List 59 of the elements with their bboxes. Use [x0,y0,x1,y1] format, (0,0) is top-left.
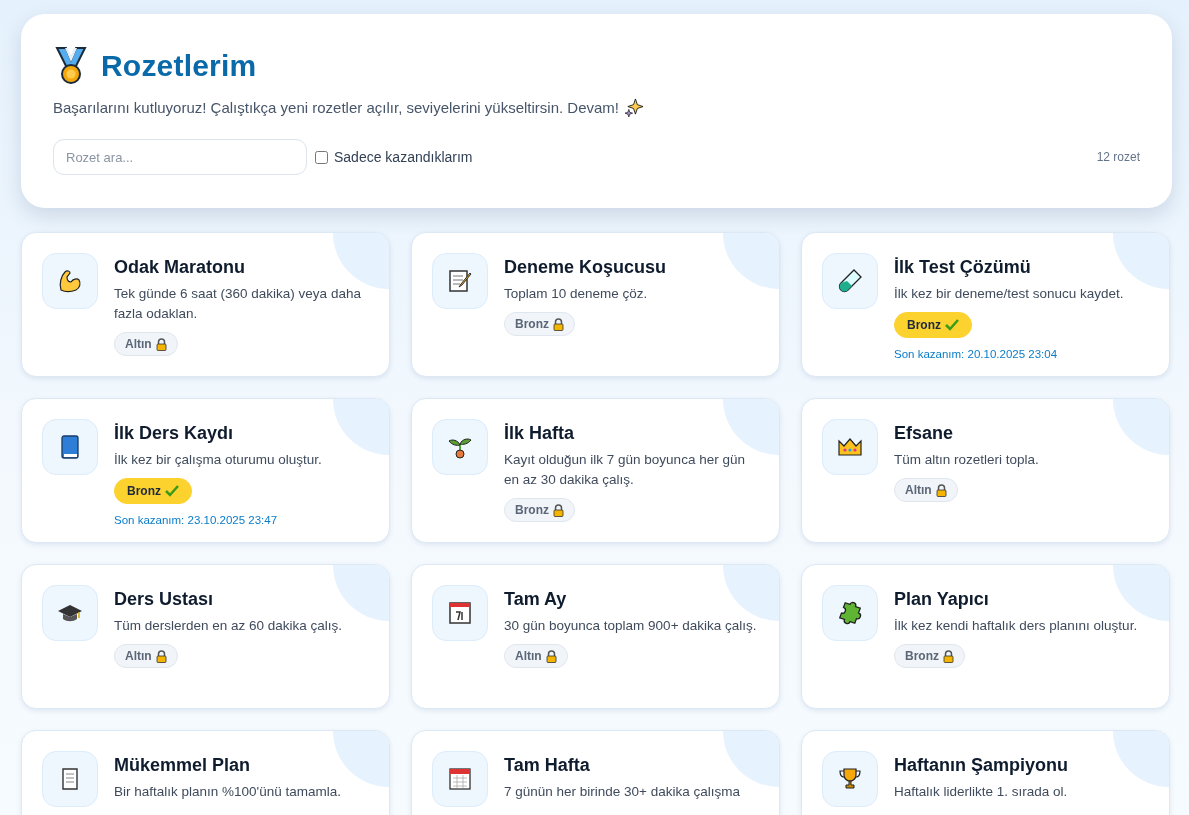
puzzle-icon [837,600,863,626]
lock-icon [155,337,167,351]
calendar-icon [447,766,473,792]
badge-title: İlk Hafta [504,423,576,444]
medal-icon [53,46,89,86]
tier-label: Altın [125,649,152,663]
badge-description: Tüm altın rozetleri topla. [894,451,1039,469]
badge-description: 30 gün boyunca toplam 900+ dakika çalış. [504,617,757,635]
subtitle: Başarılarını kutluyoruz! Çalıştıkça yeni rozetler açılır, seviyelerini yükseltirsin. Devam! [53,99,620,116]
badge-title: Plan Yapıcı [894,589,990,610]
tier-label: Altın [515,649,542,663]
badge-description: İlk kez kendi haftalık ders planını oluştur. [894,617,1138,635]
tier-label: Bronz [127,484,161,498]
tier-label: Bronz [515,317,549,331]
badge-count: 12 rozet [1096,150,1140,164]
badge-title: Efsane [894,423,955,444]
checkbox[interactable] [315,150,328,164]
tier-label: Altın [125,337,152,351]
badge-description: İlk kez bir çalışma oturumu oluştur. [114,451,322,469]
trophy-icon [837,766,863,792]
badge-title: Mükemmel Plan [114,755,252,776]
lock-icon [935,483,947,497]
badge-description: Haftalık liderlikte 1. sırada ol. [894,783,1068,801]
checkbox-label: Sadece kazandıklarım [334,149,473,165]
lock-icon [553,503,564,517]
tier-label: Bronz [905,649,939,663]
badge-description: Toplam 10 deneme çöz. [504,285,649,303]
check-icon [165,485,179,497]
tier-label: Altın [905,483,932,497]
badge-title: Ders Ustası [114,589,215,610]
search-field[interactable]: Rozet ara... [53,139,307,175]
earned-date: Son kazanım: 20.10.2025 23:04 [894,348,1059,360]
lock-icon [943,649,954,663]
calendar-icon [447,600,473,626]
earned-date: Son kazanım: 23.10.2025 23:47 [114,514,279,526]
badge-title: Tam Ay [504,589,568,610]
badge-description: Bir haftalık planın %100'ünü tamamla. [114,783,341,801]
memo-icon [447,268,473,294]
page-title: Rozetlerim [101,49,257,83]
badge-title: İlk Ders Kaydı [114,423,235,444]
badge-description: Kayıt olduğun ilk 7 gün boyunca her gün en az 30 dakika çalış. [504,451,746,489]
badge-title: Tam Hafta [504,755,591,776]
tier-label: Bronz [515,503,549,517]
lock-icon [553,317,564,331]
badge-title: Odak Maratonu [114,257,247,278]
lock-icon [545,649,557,663]
badge-description: İlk kez bir deneme/test sonucu kaydet. [894,285,1124,303]
badge-description: Tüm derslerden en az 60 dakika çalış. [114,617,343,635]
badge-title: İlk Test Çözümü [894,257,1032,278]
badge-description: 7 günün her birinde 30+ dakika çalışma [504,783,741,801]
badge-title: Haftanın Şampiyonu [894,755,1068,776]
badge-title: Deneme Koşucusu [504,257,667,278]
lock-icon [155,649,167,663]
sparkle-icon [625,98,645,117]
tier-label: Bronz [907,318,941,332]
check-icon [945,319,959,331]
flexed-arm-icon [57,268,83,294]
test-tube-icon [837,268,863,294]
badge-description: Tek günde 6 saat (360 dakika) veya daha fazla odaklan. [114,285,362,323]
